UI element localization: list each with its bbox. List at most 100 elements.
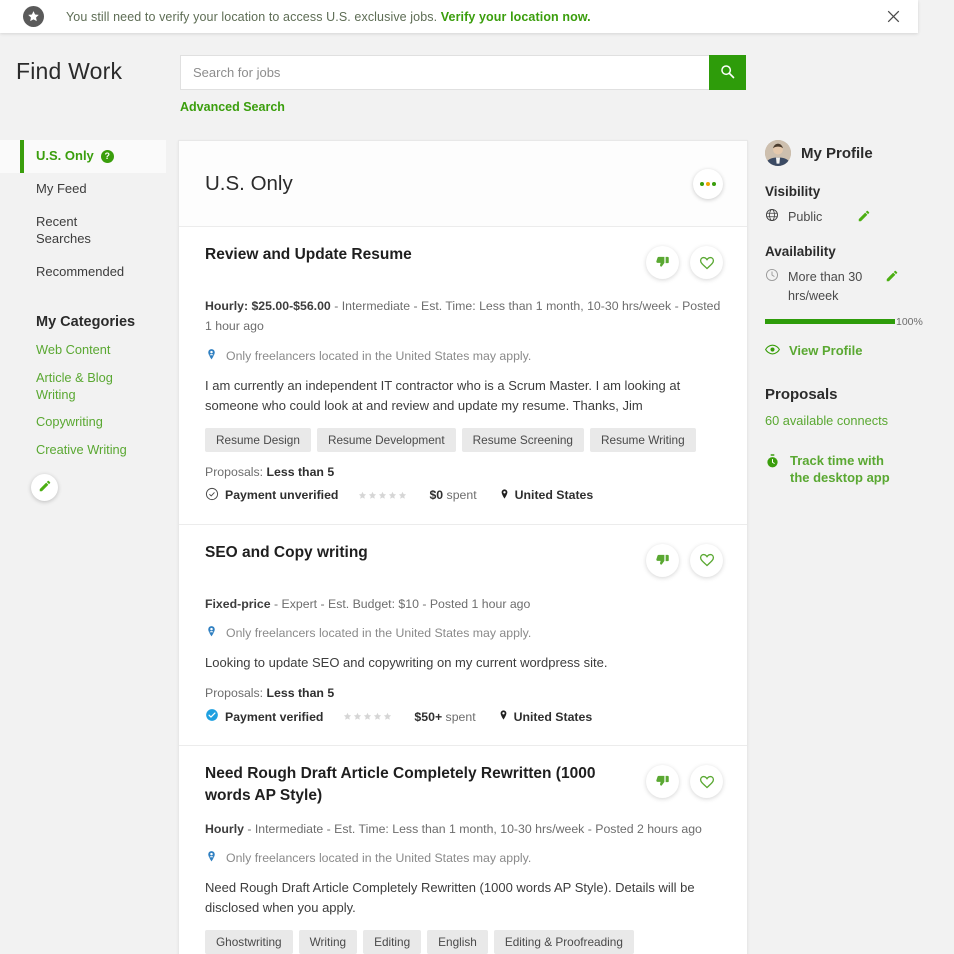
verify-location-link[interactable]: Verify your location now. [441,10,591,24]
job-tag[interactable]: Resume Design [205,427,311,452]
proposals-value: Less than 5 [266,464,335,479]
advanced-search-link[interactable]: Advanced Search [180,100,285,114]
person-pin-icon [205,624,218,642]
payment-status-badge: Payment verified [205,708,323,725]
spent-suffix: spent [443,488,477,503]
sidebar-item-label: Recommended [36,263,125,279]
availability-title: Availability [765,244,836,260]
job-location-text: Only freelancers located in the United S… [226,626,532,641]
job-tag[interactable]: English [427,930,488,954]
search-button[interactable] [709,55,746,90]
panel-header: U.S. Only [179,141,747,227]
thumbs-down-icon[interactable] [646,543,679,577]
map-pin-icon [499,487,510,504]
sidebar-item-recent-searches[interactable]: Recent Searches [0,206,105,256]
job-card: Review and Update Resume Hourly: $25.00-… [179,227,747,525]
avatar[interactable] [765,140,791,166]
heart-icon[interactable] [690,246,723,279]
job-title[interactable]: Need Rough Draft Article Completely Rewr… [205,763,597,806]
close-icon[interactable] [882,6,904,28]
payment-status-text: Payment verified [225,709,324,724]
availability-row: More than 30 hrs/week [765,268,945,305]
star-circle-icon [23,6,44,27]
job-footer: Payment unverified $0 spent United State… [205,487,723,504]
edit-categories-button[interactable] [31,473,58,501]
available-connects[interactable]: 60 available connects [765,413,945,428]
heart-icon[interactable] [690,543,723,577]
proposals-value: Less than 5 [266,686,335,701]
job-tags: Ghostwriting Writing Editing English Edi… [205,930,723,954]
sidebar-item-recommended[interactable]: Recommended [0,256,166,289]
page-title: Find Work [16,58,123,84]
availability-value: More than 30 hrs/week [788,270,863,303]
job-meta-detail: - Expert - Est. Budget: $10 - Posted 1 h… [270,596,531,611]
track-time-link[interactable]: Track time with the desktop app [765,452,945,487]
proposals-label: Proposals: [205,686,267,701]
person-pin-icon [205,849,218,867]
job-tag[interactable]: Resume Screening [461,427,584,452]
job-tag[interactable]: Editing [363,930,422,954]
stopwatch-icon [765,453,780,474]
sidebar-item-label: Recent Searches [36,213,91,246]
rating-stars [358,491,407,500]
view-profile-link[interactable]: View Profile [764,342,945,360]
job-meta: Fixed-price - Expert - Est. Budget: $10 … [205,594,723,614]
job-tag[interactable]: Writing [298,930,358,954]
help-icon[interactable]: ? [100,150,114,164]
category-item[interactable]: Web Content [0,336,150,363]
job-meta: Hourly: $25.00-$56.00 - Intermediate - E… [205,296,723,337]
job-meta-rate: Fixed-price [205,596,271,611]
jobs-panel: U.S. Only Review and Update Resume Hourl… [178,140,748,954]
country-name: United States [514,488,594,503]
job-tag[interactable]: Editing & Proofreading [493,930,634,954]
spent-suffix: spent [442,709,476,724]
heart-icon[interactable] [690,765,723,799]
sidebar-item-my-feed[interactable]: My Feed [0,173,166,206]
client-country: United States [499,487,594,504]
client-country: United States [498,708,592,725]
ellipsis-icon[interactable] [693,168,723,199]
job-title[interactable]: SEO and Copy writing [205,542,368,564]
view-profile-label: View Profile [789,343,863,359]
search-icon [720,64,735,82]
job-proposals: Proposals: Less than 5 [205,465,723,479]
job-description: Looking to update SEO and copywriting on… [205,655,608,671]
job-card: SEO and Copy writing Fixed-price - Exper… [179,525,747,747]
job-tags: Resume Design Resume Development Resume … [205,427,723,452]
category-item[interactable]: Copywriting [0,408,150,435]
category-item[interactable]: Article & Blog Writing [0,364,150,409]
search-input[interactable] [180,55,709,90]
proposals-title: Proposals [765,385,838,403]
pencil-icon[interactable] [857,209,871,226]
profile-sidebar: My Profile Visibility Public Availabilit… [764,140,945,487]
job-title-row: SEO and Copy writing [205,542,723,577]
profile-completeness: 100% [765,316,945,328]
job-location-text: Only freelancers located in the United S… [226,348,532,363]
job-meta-rate: Hourly: $25.00-$56.00 [205,299,331,313]
proposals-label: Proposals: [205,464,267,479]
visibility-title: Visibility [765,184,821,199]
client-spent: $0 spent [429,488,476,502]
job-actions [646,763,723,799]
job-meta-rate: Hourly [205,821,244,836]
thumbs-down-icon[interactable] [646,765,679,799]
spent-amount: $50+ [414,709,443,724]
job-location-notice: Only freelancers located in the United S… [205,624,723,642]
sidebar-item-us-only[interactable]: U.S. Only? [0,140,166,173]
profile-title[interactable]: My Profile [801,145,873,162]
panel-title: U.S. Only [205,171,293,195]
job-tag[interactable]: Ghostwriting [205,930,293,954]
job-location-notice: Only freelancers located in the United S… [205,347,723,365]
job-title[interactable]: Review and Update Resume [205,244,412,266]
category-item[interactable]: Creative Writing [0,436,150,463]
job-title-row: Review and Update Resume [205,244,723,279]
thumbs-down-icon[interactable] [646,246,679,279]
payment-status-text: Payment unverified [225,488,339,503]
globe-icon [765,208,779,225]
job-tag[interactable]: Resume Writing [589,427,696,452]
job-card: Need Rough Draft Article Completely Rewr… [179,746,747,954]
pencil-icon[interactable] [885,269,899,286]
job-location-notice: Only freelancers located in the United S… [205,849,723,867]
client-spent: $50+ spent [414,710,475,724]
job-tag[interactable]: Resume Development [316,427,456,452]
